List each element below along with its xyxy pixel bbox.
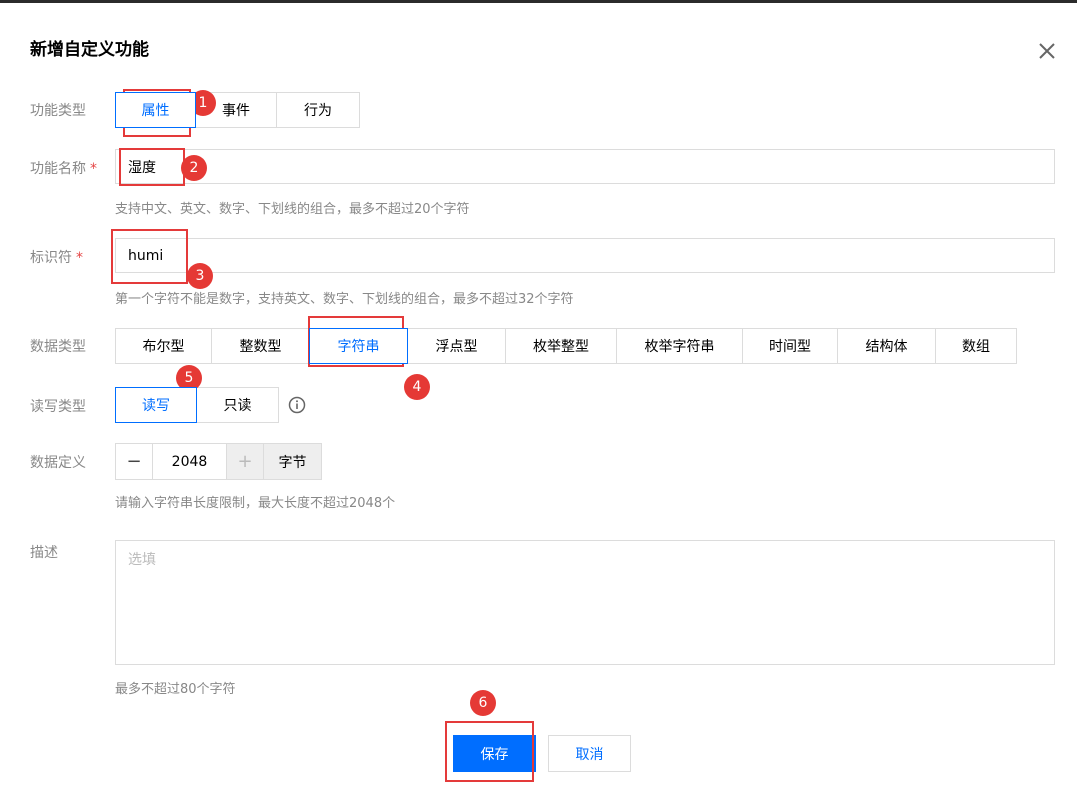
data-type-option-array[interactable]: 数组: [935, 328, 1017, 364]
annotation-badge-2: 2: [181, 155, 207, 181]
data-type-option-int[interactable]: 整数型: [211, 328, 310, 364]
annotation-badge-3: 3: [187, 263, 213, 289]
rw-type-label: 读写类型: [30, 399, 86, 415]
annotation-badge-6: 6: [470, 690, 496, 716]
rw-type-option-read-only[interactable]: 只读: [196, 387, 279, 423]
dialog-title: 新增自定义功能: [30, 40, 149, 60]
required-mark: *: [76, 250, 83, 266]
data-type-option-float[interactable]: 浮点型: [407, 328, 506, 364]
plus-button[interactable]: +: [227, 444, 263, 479]
data-type-option-enum-string[interactable]: 枚举字符串: [616, 328, 743, 364]
description-label: 描述: [30, 545, 58, 561]
identifier-hint: 第一个字符不能是数字，支持英文、数字、下划线的组合，最多不超过32个字符: [115, 292, 574, 307]
data-type-option-enum-int[interactable]: 枚举整型: [505, 328, 617, 364]
rw-type-segmented: 读写 只读: [115, 387, 279, 423]
data-def-hint: 请输入字符串长度限制，最大长度不超过2048个: [115, 496, 396, 511]
func-type-label: 功能类型: [30, 103, 86, 119]
length-value-input[interactable]: 2048: [152, 444, 227, 479]
func-name-input[interactable]: 湿度: [115, 149, 1055, 184]
cancel-button[interactable]: 取消: [548, 735, 631, 772]
minus-button[interactable]: −: [116, 444, 152, 479]
length-stepper: − 2048 + 字节: [115, 443, 322, 480]
save-button[interactable]: 保存: [453, 735, 536, 772]
unit-label: 字节: [263, 444, 321, 479]
data-type-label: 数据类型: [30, 339, 86, 355]
top-border: [0, 0, 1077, 3]
info-circle-icon[interactable]: [288, 396, 306, 414]
data-type-option-struct[interactable]: 结构体: [837, 328, 936, 364]
func-name-hint: 支持中文、英文、数字、下划线的组合，最多不超过20个字符: [115, 202, 470, 217]
data-def-label: 数据定义: [30, 455, 86, 471]
data-type-option-string[interactable]: 字符串: [309, 328, 408, 364]
annotation-badge-4: 4: [404, 374, 430, 400]
func-type-segmented: 属性 事件 行为: [115, 92, 360, 128]
func-name-label: 功能名称 *: [30, 161, 97, 177]
rw-type-option-read-write[interactable]: 读写: [115, 387, 197, 423]
required-mark: *: [90, 161, 97, 177]
identifier-input[interactable]: humi: [115, 238, 1055, 273]
func-type-option-property[interactable]: 属性: [115, 92, 196, 128]
description-hint: 最多不超过80个字符: [115, 682, 236, 697]
close-icon[interactable]: [1036, 40, 1058, 62]
func-type-option-action[interactable]: 行为: [276, 92, 360, 128]
description-textarea[interactable]: 选填: [115, 540, 1055, 665]
identifier-label: 标识符 *: [30, 250, 83, 266]
data-type-option-bool[interactable]: 布尔型: [115, 328, 212, 364]
data-type-option-time[interactable]: 时间型: [742, 328, 838, 364]
data-type-segmented: 布尔型 整数型 字符串 浮点型 枚举整型 枚举字符串 时间型 结构体 数组: [115, 328, 1017, 364]
